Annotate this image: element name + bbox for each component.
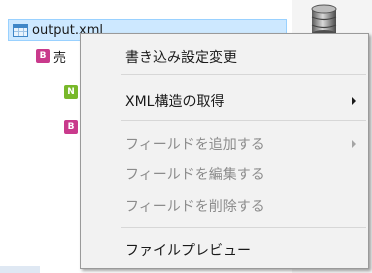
menu-separator [121, 120, 366, 121]
menu-item-write-settings[interactable]: 書き込み設定変更 [81, 45, 368, 69]
menu-item-label: ファイルプレビュー [125, 243, 251, 259]
submenu-arrow-icon [352, 140, 356, 148]
number-field-icon: N [64, 85, 78, 99]
menu-separator [121, 74, 366, 75]
table-icon [13, 23, 28, 37]
tree-node-field[interactable]: B [64, 117, 81, 137]
menu-item-edit-field[interactable]: フィールドを編集する [81, 162, 368, 186]
menu-item-label: XML構造の取得 [125, 94, 225, 110]
record-badge-icon: B [64, 120, 78, 134]
menu-item-add-field[interactable]: フィールドを追加する [81, 132, 368, 156]
tree-node-label: 売 [53, 50, 67, 66]
tree-node-field[interactable]: N [64, 82, 81, 102]
screen: output.xml B 売 N B 書き込み設定変更 XML構造の取得 フィー… [0, 0, 372, 273]
menu-item-delete-field[interactable]: フィールドを削除する [81, 194, 368, 218]
menu-item-get-xml-structure[interactable]: XML構造の取得 [81, 89, 368, 113]
menu-item-label: フィールドを追加する [125, 137, 265, 153]
context-menu: 書き込み設定変更 XML構造の取得 フィールドを追加する フィールドを編集する … [80, 33, 369, 269]
record-badge-icon: B [36, 49, 50, 63]
menu-item-label: 書き込み設定変更 [125, 50, 237, 66]
status-strip [0, 266, 40, 273]
menu-item-label: フィールドを編集する [125, 167, 265, 183]
menu-item-file-preview[interactable]: ファイルプレビュー [81, 238, 368, 262]
tree-node-child[interactable]: B 売 [36, 46, 66, 66]
menu-item-label: フィールドを削除する [125, 199, 265, 215]
submenu-arrow-icon [352, 97, 356, 105]
menu-separator [121, 227, 366, 228]
